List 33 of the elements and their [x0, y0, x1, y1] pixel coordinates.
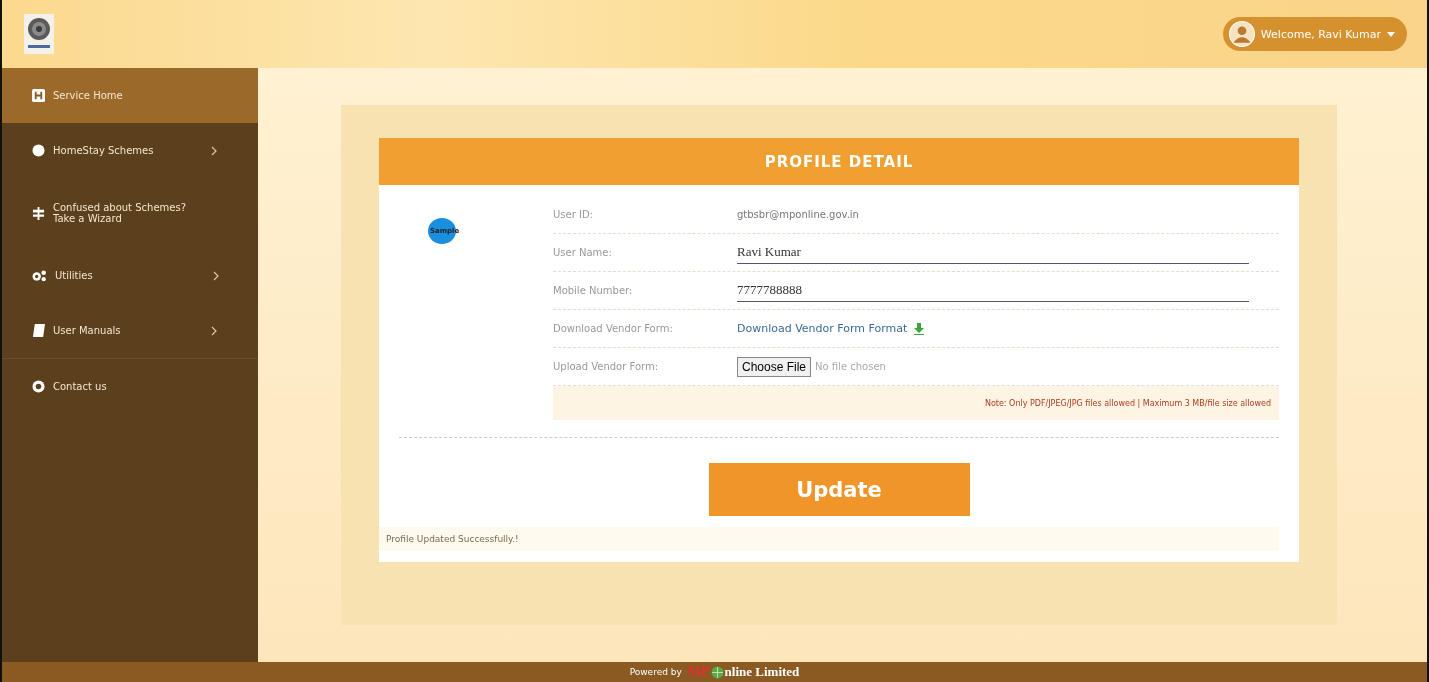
- input-field[interactable]: Ravi Kumar: [737, 241, 1249, 264]
- sidebar-item[interactable]: Confused about Schemes? Take a Wizard: [2, 178, 258, 248]
- logo-text: nline Limited: [724, 664, 800, 680]
- chevron-right-icon: [211, 325, 217, 336]
- book-icon: [32, 324, 45, 337]
- logo-text: MP: [687, 664, 710, 680]
- home-icon: [32, 89, 45, 102]
- chevron-right-icon: [211, 145, 217, 156]
- field-label: Mobile Number:: [553, 285, 634, 296]
- emblem-logo: [24, 14, 54, 54]
- powered-by-text: Powered by: [629, 667, 682, 677]
- sidebar-item[interactable]: User Manuals: [2, 303, 258, 358]
- gears-icon: [32, 269, 47, 282]
- status-message: Profile Updated Successfully.!: [386, 534, 519, 544]
- user-avatar-icon: [1228, 21, 1255, 47]
- caret-icon: [1387, 31, 1395, 37]
- file-status: No file chosen: [815, 361, 886, 372]
- field-label: User ID:: [553, 209, 594, 220]
- field-label: Upload Vendor Form:: [553, 361, 660, 372]
- sidebar-item[interactable]: HomeStay Schemes: [2, 123, 258, 178]
- sidebar-item[interactable]: Utilities: [2, 248, 258, 303]
- download-icon: [913, 322, 926, 335]
- field-label: User Name:: [553, 247, 613, 258]
- note-text: Note: Only PDF/JPEG/JPG files allowed | Maximum 3 MB/file size allowed: [984, 398, 1271, 408]
- input-field[interactable]: 7777788888: [737, 279, 1249, 302]
- support-icon: [32, 379, 45, 393]
- card-title: PROFILE DETAIL: [764, 152, 914, 171]
- chevron-right-icon: [213, 270, 219, 281]
- download-link[interactable]: Download Vendor Form Format: [737, 322, 908, 335]
- sidebar-item[interactable]: Service Home: [2, 68, 258, 123]
- choose-file-button[interactable]: Choose File: [737, 356, 812, 377]
- field-label: Download Vendor Form:: [553, 323, 674, 334]
- signpost-icon: [32, 206, 45, 220]
